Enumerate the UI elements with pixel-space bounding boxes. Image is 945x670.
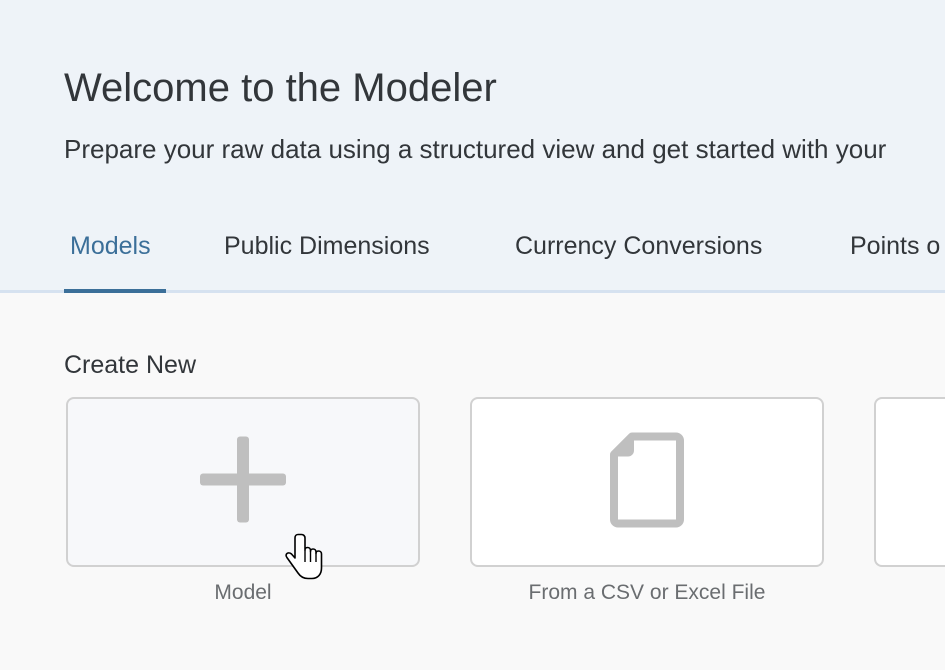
tab-points-of-time[interactable]: Points o (850, 222, 940, 288)
tab-bar: Models Public Dimensions Currency Conver… (0, 222, 945, 290)
create-new-heading: Create New (64, 351, 196, 379)
document-icon (610, 432, 684, 533)
plus-icon (200, 436, 286, 528)
import-file-label: From a CSV or Excel File (528, 581, 766, 604)
page-header: Welcome to the Modeler Prepare your raw … (0, 0, 945, 290)
tab-public-dimensions[interactable]: Public Dimensions (224, 222, 430, 288)
tab-models[interactable]: Models (70, 222, 151, 288)
create-tile-partial[interactable] (874, 397, 945, 567)
page-subtitle: Prepare your raw data using a structured… (64, 134, 887, 164)
active-tab-indicator (64, 289, 166, 293)
page-title: Welcome to the Modeler (64, 66, 497, 110)
create-model-label: Model (214, 581, 272, 604)
import-file-tile[interactable] (470, 397, 824, 567)
tab-currency-conversions[interactable]: Currency Conversions (515, 222, 762, 288)
create-model-tile[interactable] (66, 397, 420, 567)
